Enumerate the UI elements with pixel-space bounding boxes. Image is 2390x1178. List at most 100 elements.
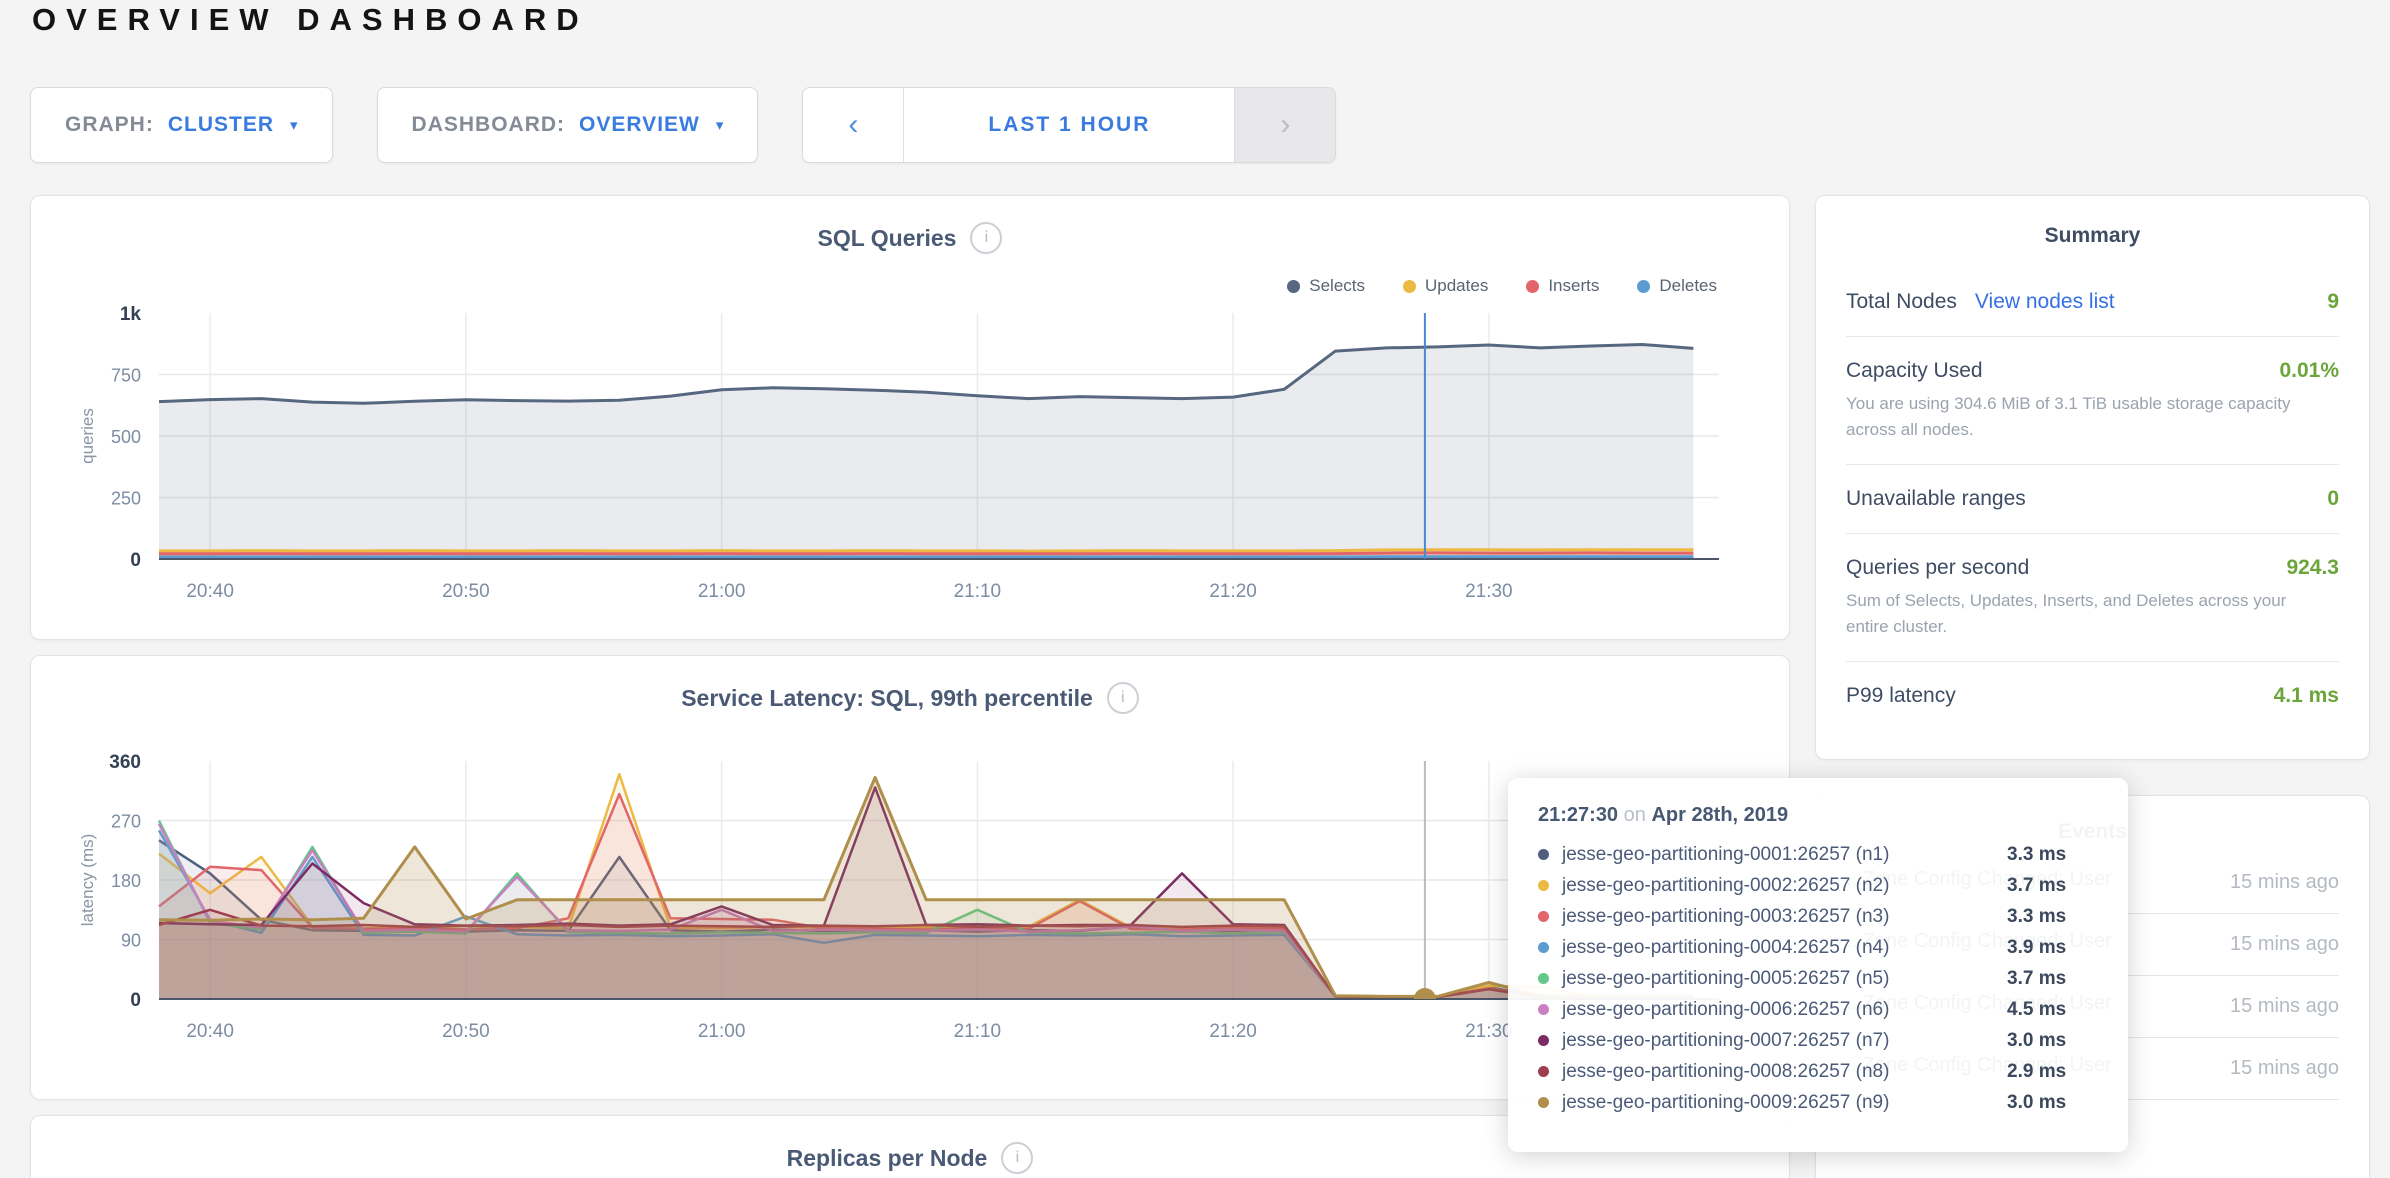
page-title: OVERVIEW DASHBOARD [32, 2, 589, 38]
tooltip-time: 21:27:30 [1538, 804, 1618, 826]
legend-dot-icon [1637, 280, 1650, 293]
node-latency-value: 3.3 ms [2007, 844, 2066, 866]
sql-queries-legend: Selects Updates Inserts Deletes [1287, 276, 1717, 296]
svg-text:21:00: 21:00 [698, 1021, 746, 1042]
legend-label: Updates [1425, 276, 1488, 296]
info-icon[interactable]: i [1107, 682, 1139, 714]
legend-item-updates[interactable]: Updates [1403, 276, 1488, 296]
svg-text:latency (ms): latency (ms) [78, 834, 97, 927]
dashboard-dropdown-label: DASHBOARD: [412, 113, 566, 137]
chart-title-text: Replicas per Node [787, 1145, 988, 1172]
series-dot-icon [1538, 880, 1549, 891]
time-range-prev-button[interactable]: ‹ [803, 88, 904, 162]
series-dot-icon [1538, 942, 1549, 953]
overview-dashboard-page: OVERVIEW DASHBOARD GRAPH: CLUSTER ▾ DASH… [0, 0, 2390, 1178]
svg-text:20:50: 20:50 [442, 1021, 490, 1042]
tooltip-row: jesse-geo-partitioning-0009:26257 (n9)3.… [1538, 1087, 2098, 1118]
chart-hover-tooltip: 21:27:30 on Apr 28th, 2019 jesse-geo-par… [1508, 778, 2128, 1152]
legend-dot-icon [1526, 280, 1539, 293]
summary-row-unavailable-ranges: Unavailable ranges 0 [1846, 464, 2339, 533]
dashboard-dropdown[interactable]: DASHBOARD: OVERVIEW ▾ [377, 87, 759, 163]
svg-text:180: 180 [111, 871, 141, 891]
svg-text:21:20: 21:20 [1209, 1021, 1257, 1042]
series-dot-icon [1538, 1066, 1549, 1077]
tooltip-row: jesse-geo-partitioning-0004:26257 (n4)3.… [1538, 932, 2098, 963]
time-range-label[interactable]: LAST 1 HOUR [904, 88, 1234, 162]
node-name: jesse-geo-partitioning-0006:26257 (n6) [1562, 999, 1994, 1021]
summary-label: Queries per second [1846, 556, 2029, 580]
legend-label: Deletes [1659, 276, 1717, 296]
node-latency-value: 3.7 ms [2007, 968, 2066, 990]
node-name: jesse-geo-partitioning-0002:26257 (n2) [1562, 875, 1994, 897]
dashboard-dropdown-value: OVERVIEW [579, 113, 700, 137]
summary-heading: Summary [1846, 196, 2339, 268]
series-dot-icon [1538, 849, 1549, 860]
chart-title-text: Service Latency: SQL, 99th percentile [681, 685, 1093, 712]
graph-dropdown-label: GRAPH: [65, 113, 154, 137]
chart-title-text: SQL Queries [818, 225, 957, 252]
view-nodes-list-link[interactable]: View nodes list [1975, 290, 2115, 314]
svg-text:21:10: 21:10 [954, 581, 1002, 602]
svg-text:21:20: 21:20 [1209, 581, 1257, 602]
summary-label: Capacity Used [1846, 359, 1983, 383]
event-time: 15 mins ago [2219, 868, 2339, 897]
legend-item-inserts[interactable]: Inserts [1526, 276, 1599, 296]
summary-value: 0 [2327, 487, 2339, 511]
event-time: 15 mins ago [2219, 1054, 2339, 1083]
dashboard-controls: GRAPH: CLUSTER ▾ DASHBOARD: OVERVIEW ▾ ‹… [30, 87, 1336, 163]
chevron-down-icon: ▾ [716, 116, 724, 134]
legend-item-deletes[interactable]: Deletes [1637, 276, 1717, 296]
tooltip-row: jesse-geo-partitioning-0003:26257 (n3) 3.… [1538, 901, 2098, 932]
tooltip-row: jesse-geo-partitioning-0001:26257 (n1) 3.… [1538, 839, 2098, 870]
node-name: jesse-geo-partitioning-0001:26257 (n1) [1562, 844, 1994, 866]
sql-queries-chart-title: SQL Queries i [31, 222, 1789, 254]
svg-text:20:50: 20:50 [442, 581, 490, 602]
legend-dot-icon [1403, 280, 1416, 293]
event-time: 15 mins ago [2219, 930, 2339, 959]
legend-item-selects[interactable]: Selects [1287, 276, 1365, 296]
node-latency-value: 3.0 ms [2007, 1092, 2066, 1114]
info-icon[interactable]: i [1001, 1142, 1033, 1174]
summary-description: Sum of Selects, Updates, Inserts, and De… [1846, 588, 2339, 639]
tooltip-on-word: on [1624, 804, 1646, 826]
node-latency-value: 3.3 ms [2007, 906, 2066, 928]
summary-value: 0.01% [2279, 359, 2339, 383]
tooltip-date: Apr 28th, 2019 [1651, 804, 1788, 826]
series-dot-icon [1538, 1097, 1549, 1108]
legend-dot-icon [1287, 280, 1300, 293]
svg-text:0: 0 [130, 990, 141, 1011]
legend-label: Inserts [1548, 276, 1599, 296]
series-dot-icon [1538, 973, 1549, 984]
node-name: jesse-geo-partitioning-0008:26257 (n8) [1562, 1061, 1994, 1083]
chevron-right-icon: › [1280, 108, 1290, 142]
tooltip-row: jesse-geo-partitioning-0007:26257 (n7)3.… [1538, 1025, 2098, 1056]
tooltip-row: jesse-geo-partitioning-0006:26257 (n6)4.… [1538, 994, 2098, 1025]
info-icon[interactable]: i [970, 222, 1002, 254]
svg-text:90: 90 [121, 931, 141, 951]
svg-text:20:40: 20:40 [186, 1021, 234, 1042]
node-name: jesse-geo-partitioning-0003:26257 (n3) [1562, 906, 1994, 928]
svg-text:21:30: 21:30 [1465, 1021, 1513, 1042]
service-latency-chart-title: Service Latency: SQL, 99th percentile i [31, 682, 1789, 714]
sql-queries-chart[interactable]: 02505007501k20:4020:5021:0021:1021:2021:… [31, 196, 1789, 639]
graph-dropdown[interactable]: GRAPH: CLUSTER ▾ [30, 87, 333, 163]
svg-text:21:00: 21:00 [698, 581, 746, 602]
tooltip-timestamp: 21:27:30 on Apr 28th, 2019 [1538, 804, 2098, 827]
time-range-next-button[interactable]: › [1234, 88, 1335, 162]
series-dot-icon [1538, 911, 1549, 922]
time-range-picker: ‹ LAST 1 HOUR › [802, 87, 1336, 163]
node-latency-value: 3.9 ms [2007, 937, 2066, 959]
sql-queries-chart-panel: SQL Queries i Selects Updates Inserts Delet… [30, 195, 1790, 640]
summary-label: P99 latency [1846, 684, 1956, 708]
summary-label: Unavailable ranges [1846, 487, 2026, 511]
summary-row-capacity-used: Capacity Used 0.01% You are using 304.6 … [1846, 336, 2339, 464]
summary-row-queries-per-second: Queries per second 924.3 Sum of Selects,… [1846, 533, 2339, 661]
summary-panel: Summary Total Nodes View nodes list 9 Ca… [1815, 195, 2370, 760]
tooltip-row: jesse-geo-partitioning-0005:26257 (n5)3.… [1538, 963, 2098, 994]
summary-description: You are using 304.6 MiB of 3.1 TiB usabl… [1846, 391, 2339, 442]
node-latency-value: 3.0 ms [2007, 1030, 2066, 1052]
node-latency-value: 3.7 ms [2007, 875, 2066, 897]
summary-value: 4.1 ms [2274, 684, 2339, 708]
legend-label: Selects [1309, 276, 1365, 296]
summary-row-p99-latency: P99 latency 4.1 ms [1846, 661, 2339, 730]
